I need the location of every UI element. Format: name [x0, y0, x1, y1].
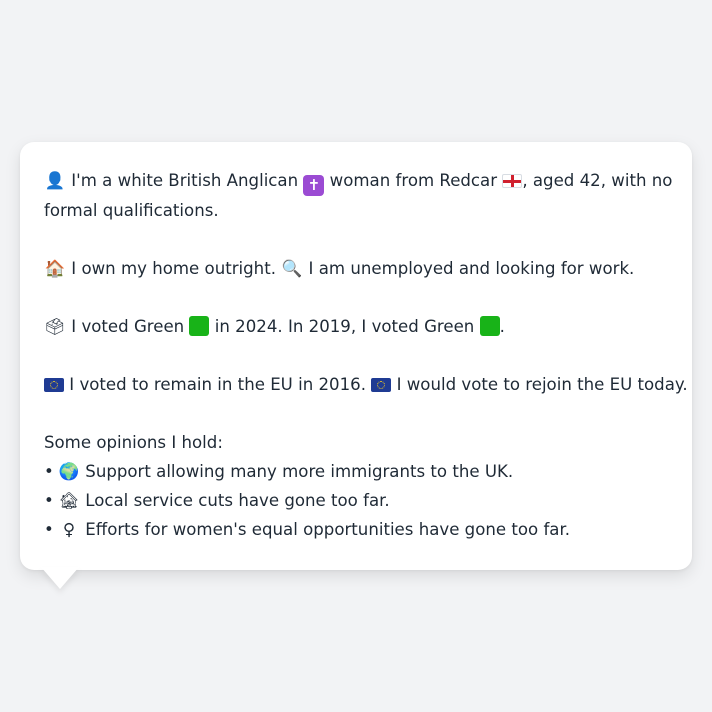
opinion-text: Local service cuts have gone too far. — [85, 491, 390, 510]
identity-line-2: formal qualifications. — [44, 201, 219, 220]
opinion-item: • 🌍 Support allowing many more immigrants… — [44, 457, 682, 486]
eu-flag-icon — [44, 378, 64, 392]
opinions-section: Some opinions I hold: • 🌍 Support allowin… — [44, 428, 682, 544]
england-flag-icon — [502, 174, 523, 188]
vote-text-c: . — [499, 317, 505, 336]
housing-paragraph: 🏠 I own my home outright. 🔍 I am unemplo… — [44, 254, 682, 283]
opinion-item: • ♀ Efforts for women's equal opportuniti… — [44, 515, 682, 544]
bullet: • — [44, 462, 54, 481]
house-icon: 🏠 — [44, 259, 66, 278]
bullet: • — [44, 520, 54, 539]
speech-bubble-tail — [41, 567, 79, 589]
eu-paragraph: I voted to remain in the EU in 2016. I w… — [44, 370, 688, 399]
female-sign-icon: ♀ — [62, 520, 76, 539]
identity-line-1: 👤 I'm a white British Anglican ✝ woman f… — [44, 166, 682, 196]
voting-paragraph: 🗳 I voted Green in 2024. In 2019, I vote… — [44, 312, 682, 341]
bullet: • — [44, 491, 54, 510]
vote-text-a: I voted Green — [71, 317, 185, 336]
voting-line: 🗳 I voted Green in 2024. In 2019, I vote… — [44, 312, 682, 341]
magnifying-glass-icon: 🔍 — [281, 259, 303, 278]
identity-text-c: , aged 42, with no — [522, 171, 673, 190]
eu-text-a: I voted to remain in the EU in 2016. — [69, 375, 366, 394]
eu-text-b: I would vote to rejoin the EU today. — [396, 375, 688, 394]
green-square-icon — [189, 316, 210, 336]
opinion-text: Efforts for women's equal opportunities … — [85, 520, 571, 539]
identity-paragraph: 👤 I'm a white British Anglican ✝ woman f… — [44, 166, 682, 225]
derelict-house-icon: 🏚 — [58, 491, 80, 510]
latin-cross-icon: ✝ — [303, 175, 325, 196]
identity-text-b: woman from Redcar — [329, 171, 498, 190]
opinions-heading: Some opinions I hold: — [44, 433, 223, 452]
bust-in-silhouette-icon: 👤 — [44, 171, 66, 190]
opinion-item: • 🏚 Local service cuts have gone too far. — [44, 486, 682, 515]
home-status-text: I own my home outright. — [71, 259, 276, 278]
persona-card: 👤 I'm a white British Anglican ✝ woman f… — [20, 142, 692, 570]
work-status-text: I am unemployed and looking for work. — [308, 259, 635, 278]
opinion-text: Support allowing many more immigrants to… — [85, 462, 514, 481]
eu-flag-icon — [371, 378, 392, 392]
eu-line: I voted to remain in the EU in 2016. I w… — [44, 370, 688, 399]
vote-text-b: in 2024. In 2019, I voted Green — [214, 317, 475, 336]
ballot-box-icon: 🗳 — [44, 317, 66, 336]
identity-text-a: I'm a white British Anglican — [71, 171, 299, 190]
globe-icon: 🌍 — [58, 462, 80, 481]
green-square-icon — [479, 316, 500, 336]
housing-line: 🏠 I own my home outright. 🔍 I am unemplo… — [44, 254, 682, 283]
